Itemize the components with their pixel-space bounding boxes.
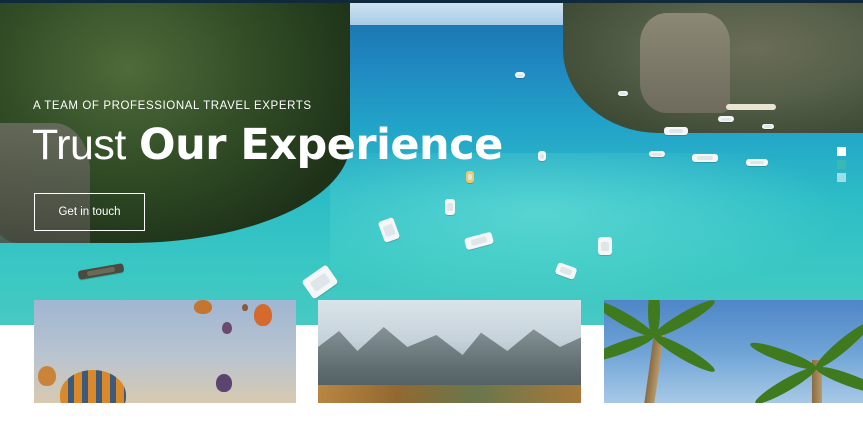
slider-dot[interactable] <box>837 147 846 156</box>
hero-headline: Trust Our Experience <box>32 119 503 171</box>
palm-frond <box>752 362 819 403</box>
card-mountain-peaks[interactable] <box>318 300 581 403</box>
hero-banner: A TEAM OF PROFESSIONAL TRAVEL EXPERTS Tr… <box>0 3 863 325</box>
headline-bold: Our Experience <box>139 120 503 170</box>
boat <box>664 127 688 135</box>
balloon-image <box>38 366 56 386</box>
boat <box>649 151 665 157</box>
boat <box>445 199 455 215</box>
boat <box>718 116 734 122</box>
palm-frond <box>812 318 863 373</box>
bottom-strip <box>0 403 863 425</box>
boat <box>538 151 546 161</box>
balloon-image <box>222 322 232 334</box>
beach <box>726 104 776 110</box>
slider-dot[interactable] <box>837 160 846 169</box>
boat <box>77 263 125 280</box>
get-in-touch-button[interactable]: Get in touch <box>34 193 145 231</box>
headline-light: Trust <box>32 121 126 169</box>
boat <box>515 72 525 78</box>
shallow-water <box>330 153 850 303</box>
boat <box>762 124 774 129</box>
card-hot-air-balloons[interactable] <box>34 300 296 403</box>
balloon-image <box>254 304 272 326</box>
boat <box>692 154 718 162</box>
slider-dots <box>837 147 846 186</box>
balloon-image <box>242 304 248 311</box>
balloon-image <box>60 370 126 403</box>
boat <box>746 159 768 166</box>
slider-dot[interactable] <box>837 173 846 182</box>
right-rock <box>640 13 730 113</box>
balloon-image <box>194 300 212 314</box>
boat <box>598 237 612 255</box>
sky <box>320 3 570 25</box>
autumn-trees <box>318 385 581 403</box>
palm-frond <box>604 330 657 366</box>
card-palm-trees[interactable] <box>604 300 863 403</box>
hero-tagline: A TEAM OF PROFESSIONAL TRAVEL EXPERTS <box>33 100 312 112</box>
balloon-image <box>216 374 232 392</box>
boat <box>618 91 628 96</box>
boat <box>466 171 474 183</box>
